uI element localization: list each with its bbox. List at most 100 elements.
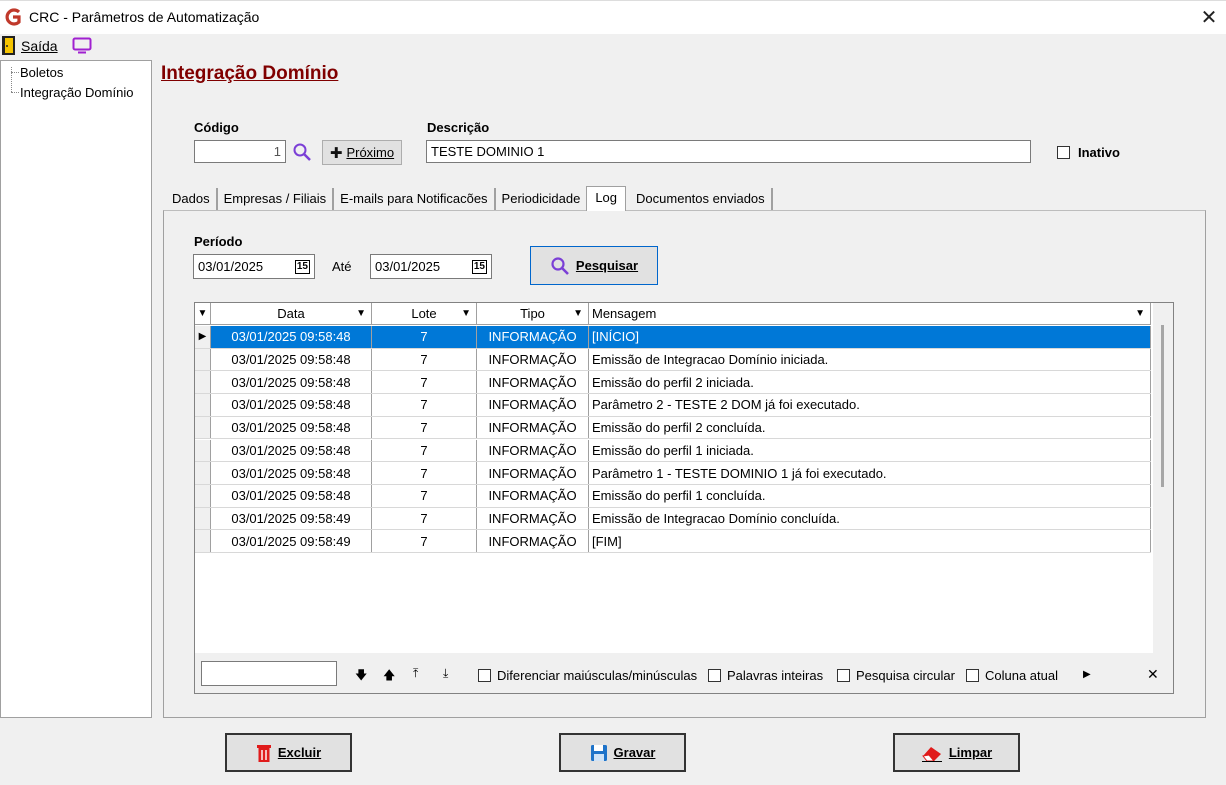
checkbox[interactable] <box>708 669 721 682</box>
column-header-tipo[interactable]: Tipo ▼ <box>477 303 589 324</box>
filter-sorted-icon[interactable]: ▼ <box>461 308 471 319</box>
cell-tipo[interactable]: INFORMAÇÃO <box>477 484 589 507</box>
table-row[interactable]: 03/01/2025 09:58:48 7 INFORMAÇÃO Parâmetro … <box>195 462 1151 485</box>
cell-data[interactable]: 03/01/2025 09:58:48 <box>211 439 372 462</box>
arrow-first-icon[interactable]: ⤒ <box>413 666 418 681</box>
cell-data[interactable]: 03/01/2025 09:58:48 <box>211 416 372 439</box>
table-row[interactable]: 03/01/2025 09:58:49 7 INFORMAÇÃO Emissão de… <box>195 507 1151 531</box>
cell-data[interactable]: 03/01/2025 09:58:48 <box>211 394 372 416</box>
checkbox[interactable] <box>966 669 979 682</box>
tree-item-integracao-dominio[interactable]: Integração Domínio <box>20 85 133 100</box>
inativo-checkbox[interactable] <box>1057 146 1070 159</box>
cell-lote[interactable]: 7 <box>372 326 477 348</box>
table-row[interactable]: 03/01/2025 09:58:48 7 INFORMAÇÃO Emissão do… <box>195 371 1151 395</box>
cell-tipo[interactable]: INFORMAÇÃO <box>477 371 589 394</box>
tab-documentos-enviados[interactable]: Documentos enviados <box>630 188 773 210</box>
codigo-input[interactable]: 1 <box>194 140 286 163</box>
date-from-picker[interactable]: 03/01/2025 15 <box>193 254 315 279</box>
checkbox[interactable] <box>837 669 850 682</box>
cell-lote[interactable]: 7 <box>372 348 477 371</box>
filter-icon[interactable]: ▼ <box>1135 308 1145 319</box>
cell-mensagem[interactable]: [FIM] <box>589 530 1151 552</box>
scrollbar-thumb[interactable] <box>1161 325 1164 487</box>
arrow-down-icon[interactable]: 🡇 <box>355 666 367 687</box>
cell-data[interactable]: 03/01/2025 09:58:48 <box>211 462 372 484</box>
calendar-icon[interactable]: 15 <box>294 259 310 274</box>
delete-button[interactable]: Excluir <box>225 733 352 772</box>
table-row[interactable]: 03/01/2025 09:58:48 7 INFORMAÇÃO Parâmetro … <box>195 394 1151 417</box>
cell-mensagem[interactable]: [INÍCIO] <box>589 326 1151 348</box>
cell-tipo[interactable]: INFORMAÇÃO <box>477 462 589 484</box>
filter-icon[interactable]: ▼ <box>356 308 366 319</box>
find-input[interactable] <box>201 661 337 686</box>
cell-lote[interactable]: 7 <box>372 416 477 439</box>
cell-data[interactable]: 03/01/2025 09:58:49 <box>211 530 372 552</box>
arrow-up-icon[interactable]: 🡅 <box>383 666 395 687</box>
table-row[interactable]: 03/01/2025 09:58:49 7 INFORMAÇÃO [FIM] <box>195 530 1151 553</box>
cell-lote[interactable]: 7 <box>372 484 477 507</box>
cell-mensagem[interactable]: Parâmetro 1 - TESTE DOMINIO 1 já foi exe… <box>589 462 1151 484</box>
save-button[interactable]: Gravar <box>559 733 686 772</box>
cell-lote[interactable]: 7 <box>372 394 477 416</box>
arrow-last-icon[interactable]: ⤓ <box>443 666 448 681</box>
cell-data[interactable]: 03/01/2025 09:58:48 <box>211 484 372 507</box>
row-indicator[interactable] <box>195 439 211 462</box>
row-indicator[interactable] <box>195 394 211 416</box>
calendar-icon[interactable]: 15 <box>471 259 487 274</box>
tab-log[interactable]: Log <box>586 186 627 211</box>
cell-tipo[interactable]: INFORMAÇÃO <box>477 439 589 462</box>
date-to-picker[interactable]: 03/01/2025 15 <box>370 254 492 279</box>
row-indicator[interactable] <box>195 348 211 371</box>
cell-tipo[interactable]: INFORMAÇÃO <box>477 394 589 416</box>
row-indicator[interactable] <box>195 507 211 530</box>
door-exit-icon[interactable] <box>2 36 15 55</box>
clear-button[interactable]: Limpar <box>893 733 1020 772</box>
cell-tipo[interactable]: INFORMAÇÃO <box>477 507 589 530</box>
option-case-sensitive[interactable]: Diferenciar maiúsculas/minúsculas <box>478 668 697 683</box>
cell-mensagem[interactable]: Emissão do perfil 1 iniciada. <box>589 439 1151 462</box>
cell-lote[interactable]: 7 <box>372 371 477 394</box>
cell-mensagem[interactable]: Emissão do perfil 2 concluída. <box>589 416 1151 439</box>
row-pointer-icon[interactable]: ▶ <box>195 326 211 348</box>
cell-mensagem[interactable]: Emissão do perfil 2 iniciada. <box>589 371 1151 394</box>
cell-mensagem[interactable]: Emissão de Integracao Domínio concluída. <box>589 507 1151 530</box>
table-row[interactable]: ▶ 03/01/2025 09:58:48 7 INFORMAÇÃO [INÍCIO] <box>195 326 1151 349</box>
cell-mensagem[interactable]: Parâmetro 2 - TESTE 2 DOM já foi executa… <box>589 394 1151 416</box>
descricao-input[interactable]: TESTE DOMINIO 1 <box>426 140 1031 163</box>
table-row[interactable]: 03/01/2025 09:58:48 7 INFORMAÇÃO Emissão do… <box>195 416 1151 440</box>
column-chooser-icon[interactable]: ▼ <box>195 303 211 324</box>
cell-lote[interactable]: 7 <box>372 507 477 530</box>
cell-tipo[interactable]: INFORMAÇÃO <box>477 416 589 439</box>
column-header-lote[interactable]: Lote ▼ <box>372 303 477 324</box>
column-header-mensagem[interactable]: Mensagem ▼ <box>589 303 1151 324</box>
row-indicator[interactable] <box>195 462 211 484</box>
next-button[interactable]: ✚ Próximo <box>322 140 402 165</box>
row-indicator[interactable] <box>195 416 211 439</box>
row-indicator[interactable] <box>195 371 211 394</box>
exit-menu-item[interactable]: Saída <box>21 38 58 54</box>
cell-lote[interactable]: 7 <box>372 530 477 552</box>
cell-lote[interactable]: 7 <box>372 462 477 484</box>
cell-tipo[interactable]: INFORMAÇÃO <box>477 348 589 371</box>
option-current-column[interactable]: Coluna atual <box>966 668 1058 683</box>
close-find-icon[interactable]: ✕ <box>1147 666 1159 683</box>
vertical-scrollbar[interactable] <box>1153 303 1173 653</box>
search-icon[interactable] <box>292 142 312 162</box>
cell-data[interactable]: 03/01/2025 09:58:48 <box>211 371 372 394</box>
close-icon[interactable]: ✕ <box>1192 0 1226 34</box>
cell-mensagem[interactable]: Emissão de Integracao Domínio iniciada. <box>589 348 1151 371</box>
checkbox[interactable] <box>478 669 491 682</box>
table-row[interactable]: 03/01/2025 09:58:48 7 INFORMAÇÃO Emissão do… <box>195 439 1151 463</box>
cell-lote[interactable]: 7 <box>372 439 477 462</box>
cell-tipo[interactable]: INFORMAÇÃO <box>477 530 589 552</box>
play-icon[interactable]: ▶ <box>1083 669 1091 680</box>
option-whole-words[interactable]: Palavras inteiras <box>708 668 823 683</box>
cell-mensagem[interactable]: Emissão do perfil 1 concluída. <box>589 484 1151 507</box>
filter-icon[interactable]: ▼ <box>573 308 583 319</box>
option-circular[interactable]: Pesquisa circular <box>837 668 955 683</box>
column-header-data[interactable]: Data ▼ <box>211 303 372 324</box>
cell-data[interactable]: 03/01/2025 09:58:49 <box>211 507 372 530</box>
cell-data[interactable]: 03/01/2025 09:58:48 <box>211 348 372 371</box>
table-row[interactable]: 03/01/2025 09:58:48 7 INFORMAÇÃO Emissão de… <box>195 348 1151 372</box>
tab-empresas-filiais[interactable]: Empresas / Filiais <box>218 188 335 210</box>
